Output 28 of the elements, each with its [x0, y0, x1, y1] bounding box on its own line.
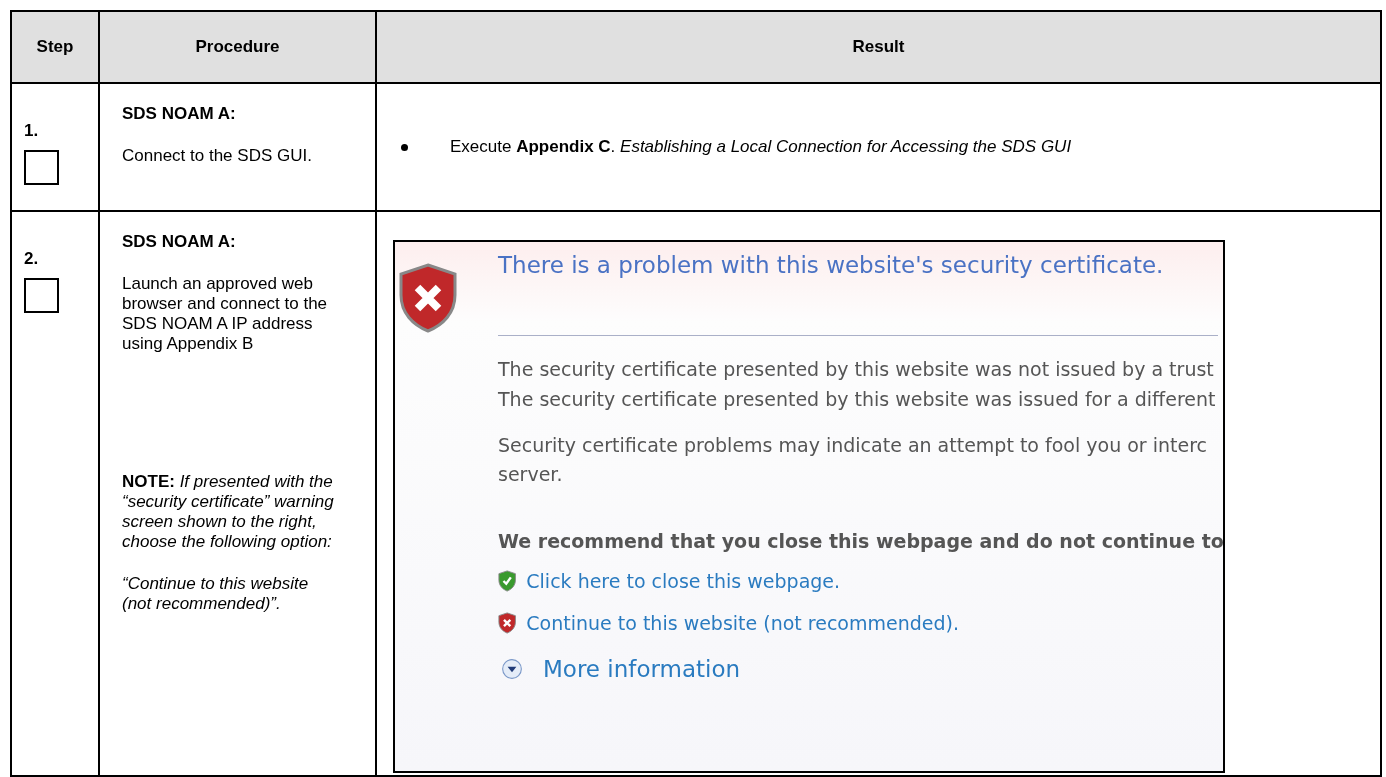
step-checkbox[interactable] [24, 149, 59, 185]
close-page-link[interactable]: Click here to close this webpage. [526, 566, 841, 596]
recommendation-text: We recommend that you close this webpage and do not continue to [498, 529, 1224, 554]
column-header: Procedure [195, 37, 280, 57]
shield-x-icon [498, 612, 517, 634]
step-instruction: Connect to the SDS GUI. [122, 146, 313, 166]
option-text: “Continue to this website (not recommended)”. [122, 574, 310, 614]
note-text: NOTE: If presented with the “security certificate” warning screen shown to the right, choose the following option: [122, 472, 335, 552]
more-information-link[interactable]: More information [543, 652, 741, 687]
error-line: Security certificate problems may indicate an attempt to fool you or interc [498, 433, 1208, 458]
expand-chevron-icon[interactable] [501, 658, 523, 681]
step-instruction: Launch an approved web browser and connect to the SDS NOAM A IP address using Appendix B [122, 274, 329, 354]
error-line: server. [498, 462, 564, 487]
step-checkbox[interactable] [24, 277, 59, 313]
result-text: Execute Appendix C. Establishing a Local Connection for Accessing the SDS GUI [450, 136, 1072, 159]
continue-link[interactable]: Continue to this website (not recommended). [526, 608, 959, 638]
bullet-icon [401, 143, 408, 151]
shield-check-icon [498, 570, 517, 592]
error-title: There is a problem with this website's security certificate. [498, 251, 1165, 280]
step-number: 1. [24, 120, 40, 142]
step-heading: SDS NOAM A: [122, 232, 237, 252]
error-line: The security certificate presented by this website was issued for a different [498, 387, 1217, 412]
step-number: 2. [24, 248, 40, 270]
column-header: Result [852, 37, 905, 57]
error-line: The security certificate presented by this website was not issued by a trust [498, 357, 1215, 382]
column-header: Step [36, 37, 74, 57]
shield-x-icon [398, 262, 458, 334]
step-heading: SDS NOAM A: [122, 104, 237, 124]
